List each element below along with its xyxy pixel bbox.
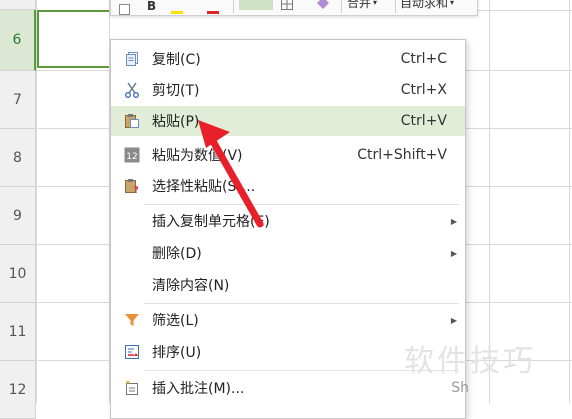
comment-icon bbox=[124, 380, 140, 396]
menu-item-label: 粘贴为数值(V) bbox=[152, 148, 243, 164]
toolbar-separator bbox=[233, 0, 234, 13]
eraser-icon[interactable] bbox=[317, 0, 329, 11]
filter-icon bbox=[124, 312, 140, 328]
menu-separator bbox=[144, 204, 459, 205]
row-header-6[interactable]: 6 bbox=[0, 10, 36, 71]
menu-item-label: 剪切(T) bbox=[152, 83, 200, 99]
toolbar-separator bbox=[341, 0, 342, 13]
menu-item-paste-special[interactable]: ? 选择性粘贴(S)... bbox=[111, 171, 465, 201]
menu-item-shortcut: Ctrl+C bbox=[400, 51, 447, 67]
menu-item-label: 清除内容(N) bbox=[152, 278, 230, 294]
row-header-12[interactable]: 12 bbox=[0, 361, 36, 419]
scissors-icon bbox=[124, 82, 140, 98]
submenu-arrow-icon: ▶ bbox=[450, 248, 457, 258]
copy-icon bbox=[124, 51, 140, 67]
submenu-arrow-icon: ▶ bbox=[450, 216, 457, 226]
menu-item-label: 插入复制单元格(E) bbox=[152, 214, 270, 230]
fill-color-button[interactable] bbox=[239, 0, 273, 10]
toolbar-separator bbox=[395, 0, 396, 13]
menu-item-label: 选择性粘贴(S)... bbox=[152, 179, 256, 195]
menu-item-paste[interactable]: 粘贴(P) Ctrl+V bbox=[111, 106, 465, 136]
active-cell[interactable] bbox=[37, 10, 109, 68]
menu-item-paste-values[interactable]: 12 粘贴为数值(V) Ctrl+Shift+V bbox=[111, 140, 465, 170]
row-header-9[interactable]: 9 bbox=[0, 187, 36, 245]
menu-item-label: 筛选(L) bbox=[152, 313, 199, 329]
menu-item-shortcut: Ctrl+X bbox=[400, 82, 447, 98]
menu-item-label: 复制(C) bbox=[152, 52, 201, 68]
row-header-10[interactable]: 10 bbox=[0, 245, 36, 303]
menu-item-label: 排序(U) bbox=[152, 345, 202, 361]
autosum-button[interactable]: 自动求和 ▾ bbox=[400, 0, 454, 10]
paste-values-icon: 12 bbox=[124, 147, 140, 163]
mini-toolbar: B 合并 ▾ 自动求和 ▾ bbox=[110, 0, 478, 16]
font-color-button[interactable] bbox=[207, 4, 219, 20]
merge-button[interactable]: 合并 ▾ bbox=[347, 0, 377, 10]
highlight-color-button[interactable] bbox=[171, 4, 183, 20]
row-header-top bbox=[0, 0, 36, 10]
chevron-down-icon: ▾ bbox=[373, 0, 378, 7]
svg-text:?: ? bbox=[133, 185, 139, 194]
grid-line bbox=[569, 0, 570, 403]
sort-icon bbox=[124, 344, 140, 360]
menu-separator bbox=[144, 303, 459, 304]
menu-item-filter[interactable]: 筛选(L) ▶ bbox=[111, 305, 465, 335]
border-icon[interactable] bbox=[281, 0, 293, 12]
menu-item-delete[interactable]: 删除(D) ▶ bbox=[111, 238, 465, 268]
paste-special-icon: ? bbox=[124, 178, 140, 196]
menu-item-label: 粘贴(P) bbox=[152, 114, 200, 130]
menu-item-label: 插入批注(M)... bbox=[152, 381, 245, 397]
submenu-arrow-icon: ▶ bbox=[450, 315, 457, 325]
bold-button[interactable]: B bbox=[147, 0, 156, 14]
row-header-8[interactable]: 8 bbox=[0, 129, 36, 187]
merge-label: 合并 bbox=[347, 0, 372, 10]
menu-item-label: 删除(D) bbox=[152, 246, 202, 262]
paste-icon bbox=[124, 113, 140, 129]
menu-item-insert-copied-cells[interactable]: 插入复制单元格(E) ▶ bbox=[111, 206, 465, 236]
menu-item-shortcut: Sh bbox=[451, 380, 469, 396]
row-header-11[interactable]: 11 bbox=[0, 303, 36, 361]
menu-item-shortcut: Ctrl+Shift+V bbox=[357, 147, 447, 163]
watermark-text: 软件技巧 bbox=[404, 344, 536, 379]
toolbar-checkbox[interactable] bbox=[119, 1, 130, 17]
row-header-7[interactable]: 7 bbox=[0, 71, 36, 129]
menu-item-clear-contents[interactable]: 清除内容(N) bbox=[111, 270, 465, 300]
menu-item-cut[interactable]: 剪切(T) Ctrl+X bbox=[111, 75, 465, 105]
menu-item-shortcut: Ctrl+V bbox=[400, 113, 447, 129]
menu-item-copy[interactable]: 复制(C) Ctrl+C bbox=[111, 44, 465, 74]
svg-text:12: 12 bbox=[126, 152, 137, 162]
chevron-down-icon: ▾ bbox=[450, 0, 455, 7]
autosum-label: 自动求和 bbox=[400, 0, 449, 10]
